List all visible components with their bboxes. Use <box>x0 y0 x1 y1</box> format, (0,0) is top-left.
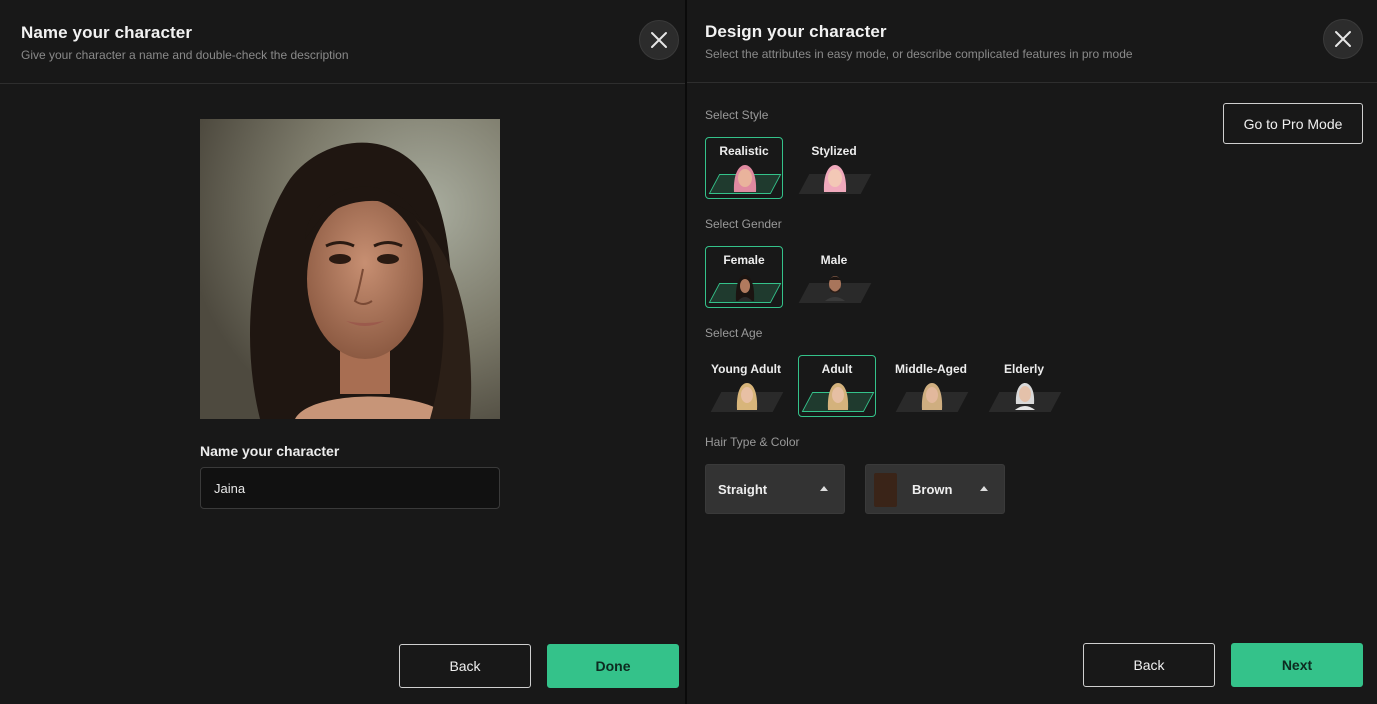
page-title: Design your character <box>705 22 887 41</box>
panel-header: Design your character Select the attribu… <box>687 0 1377 83</box>
option-label: Young Adult <box>711 362 781 376</box>
gender-option-female[interactable]: Female <box>705 246 783 308</box>
option-label: Elderly <box>1003 362 1045 376</box>
hair-color-value: Brown <box>912 482 953 497</box>
gender-section-label: Select Gender <box>705 217 782 231</box>
avatar <box>820 162 850 192</box>
hair-color-swatch <box>874 473 897 507</box>
character-name-input[interactable] <box>200 467 500 509</box>
page-title: Name your character <box>21 23 193 42</box>
back-button[interactable]: Back <box>399 644 531 688</box>
option-label: Male <box>820 253 848 267</box>
name-field-label: Name your character <box>200 443 340 459</box>
hair-color-select[interactable]: Brown <box>865 464 1005 514</box>
avatar <box>820 271 850 301</box>
design-character-panel: Design your character Select the attribu… <box>687 0 1377 704</box>
close-icon <box>651 32 667 48</box>
hair-section-label: Hair Type & Color <box>705 435 800 449</box>
name-character-panel: Name your character Give your character … <box>0 0 685 704</box>
option-label: Realistic <box>719 144 769 158</box>
gender-option-male[interactable]: Male <box>795 246 873 308</box>
style-option-stylized[interactable]: Stylized <box>795 137 873 199</box>
avatar <box>1010 380 1040 410</box>
character-portrait <box>200 119 500 419</box>
page-subtitle: Give your character a name and double-ch… <box>21 48 349 62</box>
option-label: Female <box>723 253 765 267</box>
panel-header: Name your character Give your character … <box>0 0 685 84</box>
done-button[interactable]: Done <box>547 644 679 688</box>
avatar <box>917 380 947 410</box>
pro-mode-button[interactable]: Go to Pro Mode <box>1223 103 1363 144</box>
option-label: Adult <box>821 362 853 376</box>
close-button[interactable] <box>639 20 679 60</box>
next-button[interactable]: Next <box>1231 643 1363 687</box>
caret-up-icon <box>820 486 828 491</box>
option-label: Middle-Aged <box>895 362 967 376</box>
age-option-young-adult[interactable]: Young Adult <box>707 355 785 417</box>
hair-type-value: Straight <box>718 482 768 497</box>
style-section-label: Select Style <box>705 108 769 122</box>
age-option-elderly[interactable]: Elderly <box>985 355 1063 417</box>
avatar <box>732 380 762 410</box>
age-option-adult[interactable]: Adult <box>798 355 876 417</box>
hair-type-select[interactable]: Straight <box>705 464 845 514</box>
avatar <box>730 162 760 192</box>
age-option-middle-aged[interactable]: Middle-Aged <box>892 355 970 417</box>
option-label: Stylized <box>811 144 857 158</box>
caret-up-icon <box>980 486 988 491</box>
close-button[interactable] <box>1323 19 1363 59</box>
page-subtitle: Select the attributes in easy mode, or d… <box>705 47 1133 61</box>
style-option-realistic[interactable]: Realistic <box>705 137 783 199</box>
avatar <box>823 380 853 410</box>
avatar <box>730 271 760 301</box>
close-icon <box>1335 31 1351 47</box>
age-section-label: Select Age <box>705 326 763 340</box>
back-button[interactable]: Back <box>1083 643 1215 687</box>
